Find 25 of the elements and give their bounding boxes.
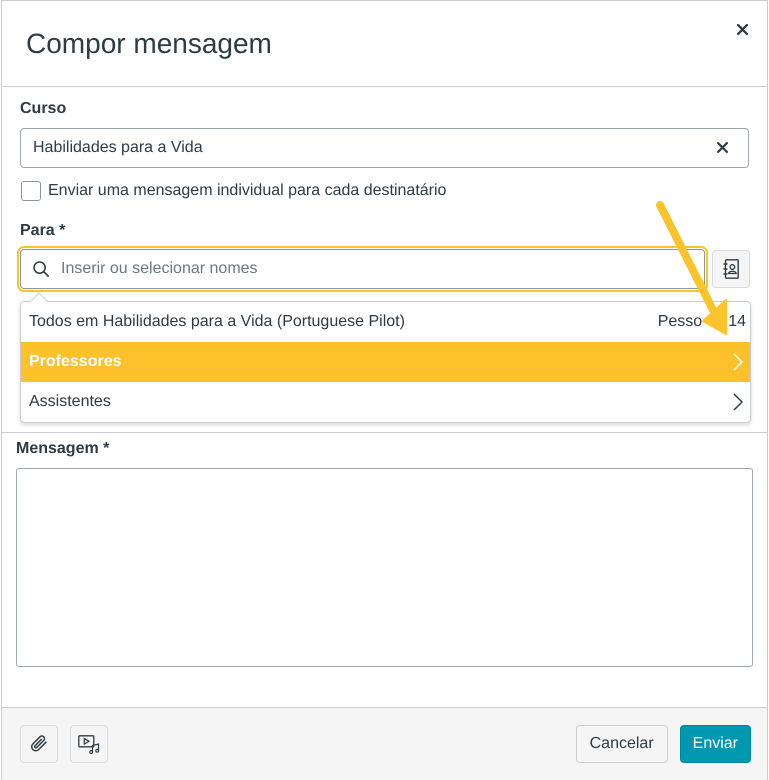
chevron-right-icon	[733, 353, 743, 371]
close-icon	[717, 142, 728, 153]
course-field[interactable]: Habilidades para a Vida	[20, 128, 749, 168]
close-icon	[737, 24, 748, 35]
field-label: Curso	[20, 99, 66, 119]
field-label: Mensagem *	[16, 439, 110, 459]
media-button[interactable]	[70, 725, 108, 763]
address-book-button[interactable]	[712, 250, 750, 288]
field-label: Para *	[20, 221, 66, 241]
checkbox-label: Enviar uma mensagem individual para cada destinatário	[48, 181, 446, 201]
people-label: Pesso	[658, 313, 702, 331]
dialog-title: Compor mensagem	[26, 26, 272, 60]
attachment-button[interactable]	[20, 725, 58, 763]
search-field[interactable]: Inserir ou selecionar nomes	[20, 249, 705, 289]
checkbox[interactable]	[21, 181, 41, 201]
search-icon	[33, 261, 49, 277]
cancel-button[interactable]: Cancelar	[576, 725, 668, 763]
people-count: 14	[728, 313, 746, 331]
message-field[interactable]	[16, 468, 753, 667]
chevron-right-icon	[733, 393, 743, 411]
paperclip-icon	[29, 734, 49, 754]
menu-item[interactable]: Assistentes	[21, 382, 750, 422]
address-book-icon	[723, 259, 739, 279]
menu-item[interactable]: Todos em Habilidades para a Vida (Portuguese Pilot) Pesso 14	[21, 302, 750, 342]
media-icon	[78, 734, 100, 754]
